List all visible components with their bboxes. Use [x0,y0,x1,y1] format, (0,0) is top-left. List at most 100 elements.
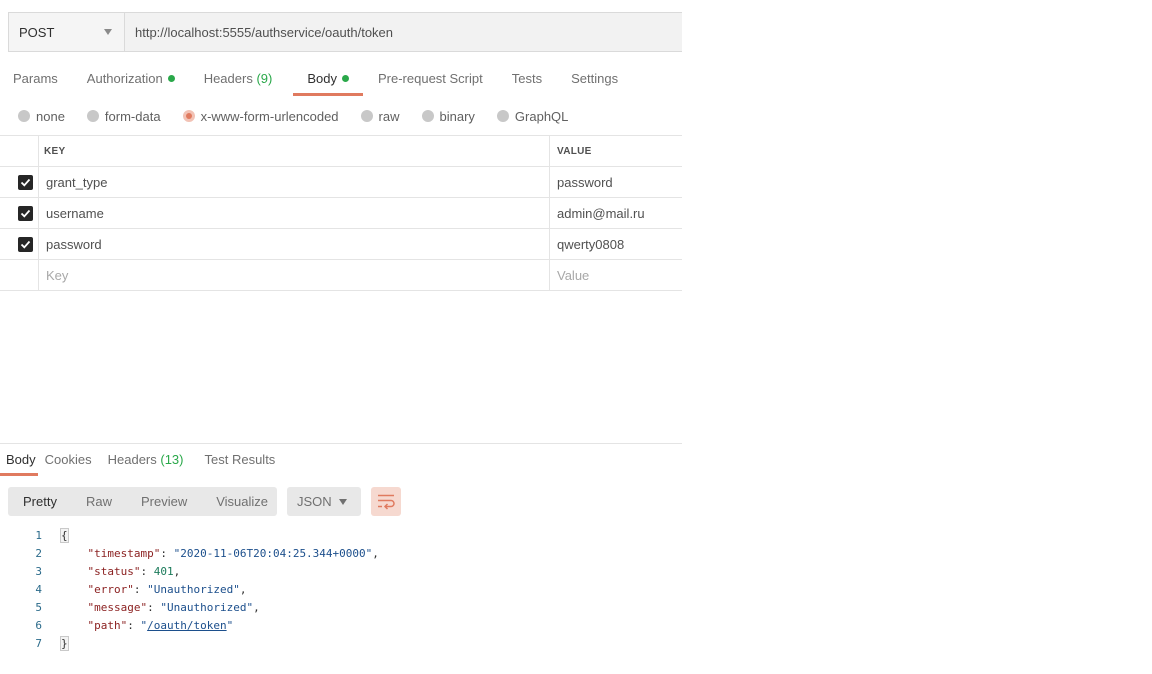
response-tab-cookies[interactable]: Cookies [45,452,92,476]
checkbox-cell [0,260,39,290]
radio-label: x-www-form-urlencoded [200,108,339,124]
tab-label: Params [13,71,58,86]
body-type-radios: none form-data x-www-form-urlencoded raw… [18,107,590,125]
code-text: } [60,636,69,651]
method-label: POST [19,24,55,40]
request-bar: POST http://localhost:5555/authservice/o… [8,12,682,52]
table-row: password qwerty0808 [0,228,682,259]
view-mode-group: Pretty Raw Preview Visualize [8,487,277,516]
line-number: 1 [35,529,42,542]
view-visualize-button[interactable]: Visualize [216,494,268,509]
tab-body[interactable]: Body [293,70,363,96]
line-number: 2 [35,547,42,560]
code-token: "path" [87,619,128,632]
response-tab-test-results[interactable]: Test Results [205,452,276,476]
line-number: 3 [35,565,42,578]
code-token: "timestamp" [87,547,161,560]
code-token: : [160,547,174,560]
radio-binary[interactable]: binary [421,107,475,125]
format-label: JSON [297,494,332,509]
response-tab-headers[interactable]: Headers (13) [108,452,184,476]
format-select[interactable]: JSON [287,487,361,516]
value-cell[interactable]: qwerty0808 [549,229,682,259]
radio-label: GraphQL [514,108,569,124]
table-row: username admin@mail.ru [0,197,682,228]
code-token: " [226,619,234,632]
value-cell[interactable]: password [549,167,682,197]
value-input[interactable]: Value [549,260,682,290]
radio-none[interactable]: none [18,107,65,125]
key-cell[interactable]: password [46,229,102,259]
code-token: "Unauthorized" [160,601,254,614]
chevron-down-icon [104,29,112,35]
table-row: grant_type password [0,166,682,197]
request-tabs: Params Authorization Headers (9) Body Pr… [0,70,618,96]
chevron-down-icon [339,499,347,505]
tab-count: (9) [256,71,273,86]
tab-label: Authorization [86,71,163,86]
value-cell[interactable]: admin@mail.ru [549,198,682,228]
view-raw-button[interactable]: Raw [86,494,112,509]
tab-label: Pre-request Script [377,71,483,86]
tab-authorization[interactable]: Authorization [87,70,175,96]
radio-form-data[interactable]: form-data [86,107,161,125]
tab-label: Headers [203,71,253,86]
checkbox-checked[interactable] [18,206,33,221]
code-link[interactable]: /oauth/token [147,619,226,632]
tab-headers[interactable]: Headers (9) [204,70,273,96]
checkbox-column-header [0,136,39,166]
code-text: { [60,528,69,543]
table-row-placeholder: Key Value [0,259,682,291]
radio-icon [18,110,30,122]
radio-raw[interactable]: raw [360,107,400,125]
value-column-header: VALUE [549,136,682,166]
tab-label: Tests [511,71,543,86]
radio-label: raw [378,108,400,124]
response-tab-body[interactable]: Body [0,452,38,476]
method-select[interactable]: POST [9,13,125,51]
tab-label: Settings [571,71,619,86]
key-cell[interactable]: grant_type [46,167,107,197]
checkbox-cell [0,229,39,259]
tab-label: Body [307,71,337,86]
radio-label: binary [439,108,475,124]
code-text: "path": "/oauth/token" [61,618,234,633]
code-token: , [239,583,247,596]
checkbox-checked[interactable] [18,237,33,252]
radio-selected-icon [182,110,195,122]
tab-tests[interactable]: Tests [512,70,542,96]
tab-label: Body [6,452,36,467]
radio-label: form-data [104,108,161,124]
code-token: : [133,583,148,596]
request-panel: POST http://localhost:5555/authservice/o… [0,0,682,674]
code-token: "2020-11-06T20:04:25.344+0000" [173,547,373,560]
check-icon [20,178,31,187]
checkbox-cell [0,198,39,228]
status-dot-icon [341,75,349,82]
code-token: , [173,565,181,578]
tab-label: Headers [107,452,157,467]
wrap-lines-button[interactable] [371,487,401,516]
url-input[interactable]: http://localhost:5555/authservice/oauth/… [125,13,682,51]
code-token: "message" [87,601,148,614]
key-input[interactable]: Key [46,260,68,290]
code-token: : [147,601,161,614]
table-header-row: KEY VALUE [0,135,682,166]
response-divider[interactable] [0,443,682,444]
code-token: 401 [153,565,174,578]
radio-icon [496,110,509,122]
line-number: 5 [35,601,42,614]
checkbox-checked[interactable] [18,175,33,190]
code-token: "error" [87,583,134,596]
view-preview-button[interactable]: Preview [141,494,187,509]
key-cell[interactable]: username [46,198,104,228]
tab-settings[interactable]: Settings [571,70,618,96]
view-pretty-button[interactable]: Pretty [23,494,57,509]
radio-graphql[interactable]: GraphQL [496,107,569,125]
tab-params[interactable]: Params [13,70,58,96]
status-dot-icon [167,75,175,82]
tab-pre-request-script[interactable]: Pre-request Script [378,70,483,96]
radio-x-www-form-urlencoded[interactable]: x-www-form-urlencoded [182,107,339,125]
